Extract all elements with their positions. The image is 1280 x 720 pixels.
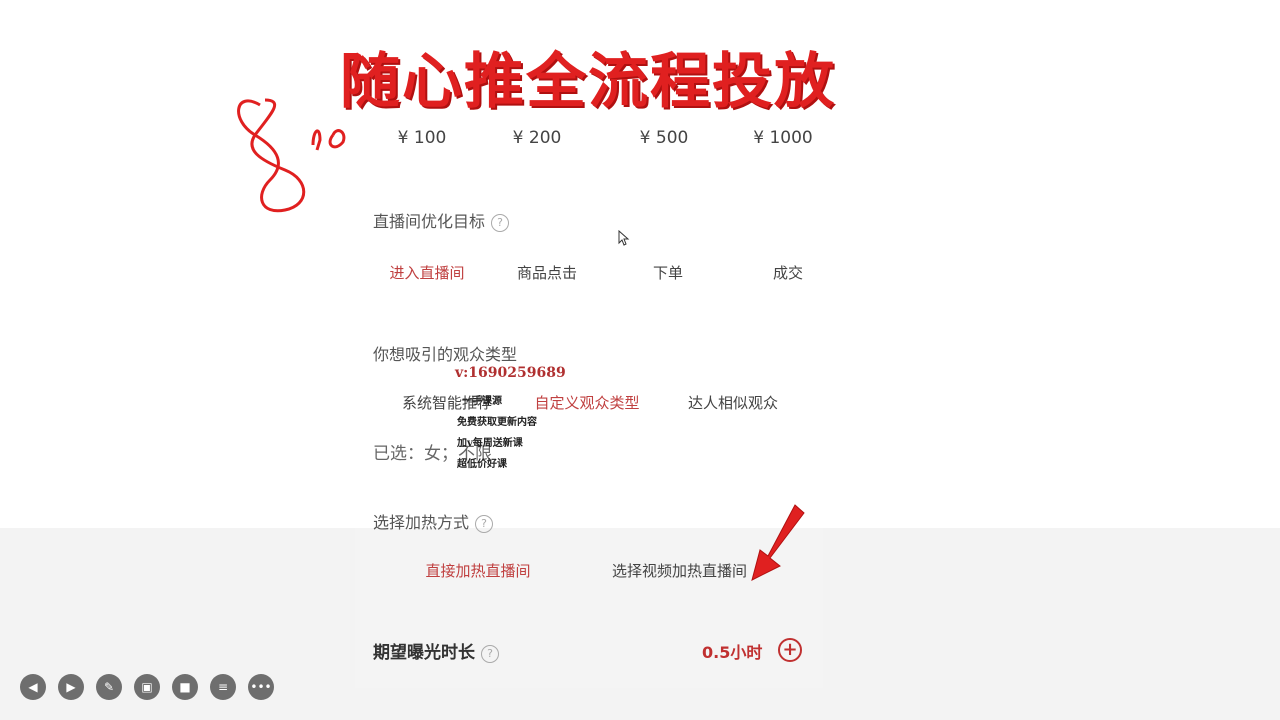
goal-option-enter-live[interactable]: 进入直播间 xyxy=(367,262,487,283)
play-icon[interactable]: ▶ xyxy=(58,674,84,700)
goal-option-order[interactable]: 下单 xyxy=(608,262,728,283)
goal-option-deal[interactable]: 成交 xyxy=(728,262,848,283)
watermark-contact: v:1690259689 xyxy=(455,365,566,381)
goal-label: 直播间优化目标 xyxy=(373,212,486,231)
watermark-line-4: 超低价好课 xyxy=(457,459,507,470)
watermark-line-2: 免费获取更新内容 xyxy=(457,417,537,428)
amount-option-500[interactable]: ¥ 500 xyxy=(609,128,719,148)
heat-option-direct[interactable]: 直接加热直播间 xyxy=(408,560,548,581)
amount-option-200[interactable]: ¥ 200 xyxy=(482,128,592,148)
goal-option-product-click[interactable]: 商品点击 xyxy=(487,262,607,283)
chat-icon[interactable]: ≡ xyxy=(210,674,236,700)
page-title: 随心推全流程投放 xyxy=(340,47,836,117)
heat-label: 选择加热方式 xyxy=(373,513,470,532)
amount-option-100[interactable]: ¥ 100 xyxy=(367,128,477,148)
help-icon[interactable]: ? xyxy=(491,214,510,232)
plus-icon[interactable]: + xyxy=(778,638,802,662)
presentation-toolbar: ◀ ▶ ✎ ▣ ■ ≡ ••• xyxy=(20,674,274,700)
heat-label-row: 选择加热方式? xyxy=(373,509,494,533)
audience-option-custom[interactable]: 自定义观众类型 xyxy=(522,392,652,413)
goal-label-row: 直播间优化目标? xyxy=(373,208,510,232)
audience-option-similar[interactable]: 达人相似观众 xyxy=(668,392,798,413)
amount-option-1000[interactable]: ¥ 1000 xyxy=(728,128,838,148)
watermark-line-1: 一手课源 xyxy=(462,396,502,407)
more-icon[interactable]: ••• xyxy=(248,674,274,700)
pen-icon[interactable]: ✎ xyxy=(96,674,122,700)
help-icon[interactable]: ? xyxy=(475,515,494,533)
settings-panel-top xyxy=(355,110,823,528)
watermark-line-3: 加v每周送新课 xyxy=(457,438,523,449)
duration-label-row: 期望曝光时长? xyxy=(373,638,499,663)
audience-label: 你想吸引的观众类型 xyxy=(373,345,518,364)
duration-value: 0.5小时 xyxy=(702,643,763,662)
handwritten-annotation xyxy=(237,98,346,213)
arrow-annotation-icon xyxy=(751,504,805,581)
screenshot-icon[interactable]: ▣ xyxy=(134,674,160,700)
camera-icon[interactable]: ■ xyxy=(172,674,198,700)
duration-label: 期望曝光时长 xyxy=(373,643,475,663)
help-icon[interactable]: ? xyxy=(481,645,499,663)
prev-icon[interactable]: ◀ xyxy=(20,674,46,700)
mouse-cursor-icon xyxy=(618,230,630,246)
